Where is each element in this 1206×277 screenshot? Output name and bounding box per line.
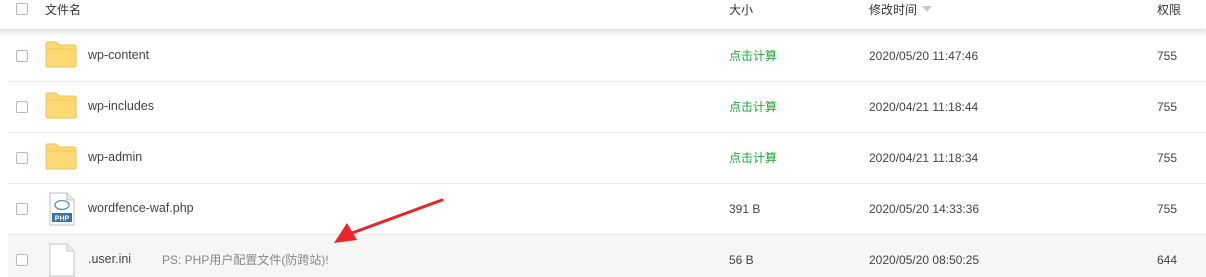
table-row[interactable]: wp-content 点击计算 2020/05/20 11:47:46 755 [8, 31, 1206, 82]
file-name-link[interactable]: .user.ini [88, 251, 131, 267]
calculate-size-link[interactable]: 点击计算 [729, 150, 777, 166]
permission-value[interactable]: 755 [1157, 201, 1177, 217]
row-checkbox[interactable] [16, 101, 28, 113]
file-note: PS: PHP用户配置文件(防跨站)! [162, 253, 329, 267]
modified-time: 2020/04/21 11:18:34 [869, 151, 979, 165]
modified-time: 2020/05/20 08:50:25 [869, 253, 980, 267]
row-checkbox[interactable] [16, 152, 28, 164]
file-name-link[interactable]: wp-content [88, 47, 149, 63]
modified-time: 2020/04/21 11:18:44 [869, 100, 979, 114]
permission-value[interactable]: 755 [1157, 99, 1177, 115]
permission-value[interactable]: 755 [1157, 150, 1177, 166]
select-all-checkbox[interactable] [16, 3, 28, 15]
table-row[interactable]: .user.ini PS: PHP用户配置文件(防跨站)! 56 B 2020/… [8, 235, 1206, 277]
modified-time: 2020/05/20 14:33:36 [869, 202, 980, 216]
file-name-link[interactable]: wordfence-waf.php [88, 200, 194, 216]
column-header-perm[interactable]: 权限 [1157, 0, 1181, 30]
calculate-size-link[interactable]: 点击计算 [729, 99, 777, 115]
folder-icon [45, 92, 77, 119]
permission-value[interactable]: 644 [1157, 252, 1177, 268]
calculate-size-link[interactable]: 点击计算 [729, 48, 777, 64]
file-name-link[interactable]: wp-admin [88, 149, 142, 165]
php-file-icon: PHP [49, 192, 75, 226]
column-header-mtime-label: 修改时间 [869, 3, 918, 17]
column-header-mtime[interactable]: 修改时间 [869, 0, 933, 30]
sort-descending-icon [922, 5, 933, 12]
folder-icon [45, 41, 77, 68]
column-header-name[interactable]: 文件名 [45, 0, 81, 30]
modified-time: 2020/05/20 11:47:46 [869, 49, 979, 63]
row-checkbox[interactable] [16, 254, 28, 266]
row-checkbox[interactable] [16, 50, 28, 62]
table-header: 文件名 大小 修改时间 权限 [0, 0, 1206, 30]
column-header-size[interactable]: 大小 [729, 0, 753, 30]
table-row[interactable]: wp-admin 点击计算 2020/04/21 11:18:34 755 [8, 133, 1206, 184]
folder-icon [45, 143, 77, 170]
file-size: 391 B [729, 202, 761, 216]
file-table: 文件名 大小 修改时间 权限 wp-content 点击计算 2020/05/2… [0, 0, 1206, 277]
red-arrow-annotation [334, 198, 444, 243]
file-size: 56 B [729, 253, 754, 267]
table-row[interactable]: wp-includes 点击计算 2020/04/21 11:18:44 755 [8, 82, 1206, 133]
permission-value[interactable]: 755 [1157, 48, 1177, 64]
php-badge-text: PHP [55, 216, 70, 223]
file-icon [49, 243, 75, 277]
table-row[interactable]: PHP wordfence-waf.php 391 B 2020/05/20 1… [8, 184, 1206, 235]
file-name-link[interactable]: wp-includes [88, 98, 154, 114]
row-checkbox[interactable] [16, 203, 28, 215]
